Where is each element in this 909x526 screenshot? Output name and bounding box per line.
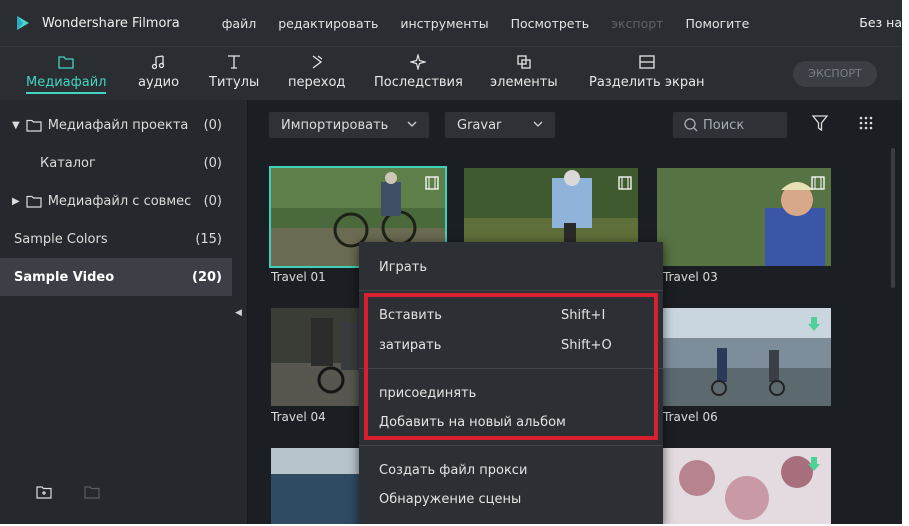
sidebar-item-count: (15) [195,231,222,247]
sidebar-item-count: (20) [192,269,222,285]
media-sidebar: ▼ Медиафайл проекта (0) Каталог (0) ▶ Ме… [0,100,248,524]
context-play[interactable]: Играть [379,260,427,275]
thumbnail-label: Travel 03 [663,270,718,284]
video-thumbnail-image [657,308,831,406]
thumbnail-label: Travel 01 [271,270,326,284]
sidebar-item-count: (0) [203,193,222,209]
transition-icon [312,55,323,69]
thumbnail-label: Travel 06 [663,410,718,424]
tab-effects-label: Последствия [374,75,463,90]
menu-file[interactable]: файл [222,16,256,31]
search-icon [684,118,698,132]
record-label: Gravar [457,117,502,133]
tab-titles[interactable]: Титулы [209,51,259,90]
thumbnail-travel-03[interactable] [657,168,831,266]
sidebar-item-sample-colors[interactable]: Sample Colors (15) [0,220,232,258]
text-t-icon [228,55,241,69]
context-create-proxy[interactable]: Создать файл прокси [379,463,527,478]
thumbnail-label: Travel 04 [271,410,326,424]
export-button[interactable]: ЭКСПОРТ [793,61,877,87]
video-thumbnail-image [657,448,831,524]
tab-split-screen-label: Разделить экран [589,75,705,90]
filter-icon[interactable] [811,114,829,132]
folder-icon [26,119,42,132]
menu-help[interactable]: Помогите [685,16,749,31]
sidebar-item-label: Sample Video [14,269,115,285]
tab-split-screen[interactable]: Разделить экран [589,51,705,90]
download-icon[interactable] [807,456,821,474]
grid-view-icon[interactable] [859,116,873,130]
tab-effects[interactable]: Последствия [374,51,463,90]
menu-tools[interactable]: инструменты [400,16,488,31]
record-dropdown[interactable]: Gravar [445,112,555,138]
sidebar-item-count: (0) [203,117,222,133]
search-input[interactable]: Поиск [673,112,787,138]
add-folder-icon[interactable] [36,485,54,500]
tab-media-label: Медиафайл [26,75,107,94]
sidebar-item-label: Медиафайл с совмес [47,193,192,209]
main-toolbar: Медиафайл аудио Титулы переход Последств… [0,46,902,100]
chevron-down-icon [407,121,417,127]
tab-titles-label: Титулы [209,75,260,90]
thumbnail-travel-09[interactable] [657,448,831,524]
elements-icon [517,55,531,69]
split-screen-icon [639,55,655,69]
library-scrollbar[interactable] [891,148,895,288]
effects-sparkle-icon [410,54,427,70]
tab-transitions-label: переход [288,75,346,90]
filmora-window: Wondershare Filmora файл редактировать и… [0,0,902,524]
sidebar-item-label: Медиафайл проекта [47,117,189,133]
menu-divider [359,445,663,446]
tab-elements-label: элементы [490,75,558,90]
film-icon [811,176,825,190]
collapse-arrow-icon[interactable]: ▶ [12,196,20,207]
chevron-down-icon [533,121,543,127]
menu-view[interactable]: Посмотреть [511,16,590,31]
import-dropdown[interactable]: Импортировать [269,112,429,138]
tab-audio-label: аудио [138,75,180,90]
app-name: Wondershare Filmora [42,15,180,31]
sidebar-item-count: (0) [203,155,222,171]
download-icon[interactable] [807,316,821,334]
folder-icon [26,195,42,208]
thumbnail-travel-06[interactable] [657,308,831,406]
folder-icon [58,56,74,69]
sidebar-item-label: Каталог [40,155,96,171]
sidebar-item-project-media[interactable]: ▼ Медиафайл проекта (0) [0,106,232,144]
collapse-sidebar-icon[interactable]: ◀ [235,308,242,318]
sidebar-item-sample-video[interactable]: Sample Video (20) [0,258,232,296]
context-scene-detect[interactable]: Обнаружение сцены [379,492,521,507]
video-thumbnail-image [657,168,831,266]
project-title: Без на [859,15,902,30]
film-icon [425,176,439,190]
sidebar-item-catalog[interactable]: Каталог (0) [0,144,232,182]
menu-export: экспорт [611,15,664,31]
menu-edit[interactable]: редактировать [278,16,378,31]
sidebar-bottom-actions [36,485,102,500]
menu-bar: Wondershare Filmora файл редактировать и… [0,0,902,46]
tab-elements[interactable]: элементы [490,51,558,90]
import-label: Импортировать [281,117,389,133]
music-note-icon [151,55,164,70]
library-toolbar: Импортировать Gravar Поиск [249,100,902,148]
expand-arrow-icon[interactable]: ▼ [12,120,20,131]
tab-media[interactable]: Медиафайл [26,51,107,94]
sidebar-item-label: Sample Colors [14,231,108,247]
menu-divider [359,290,663,291]
folder-disabled-icon [84,486,100,499]
film-icon [618,176,632,190]
sidebar-item-shared-media[interactable]: ▶ Медиафайл с совмес (0) [0,182,232,220]
tab-transitions[interactable]: переход [288,51,345,90]
tab-audio[interactable]: аудио [138,51,179,90]
highlight-annotation-box [364,293,658,440]
search-placeholder: Поиск [703,117,745,133]
filmora-logo-icon [17,16,29,30]
